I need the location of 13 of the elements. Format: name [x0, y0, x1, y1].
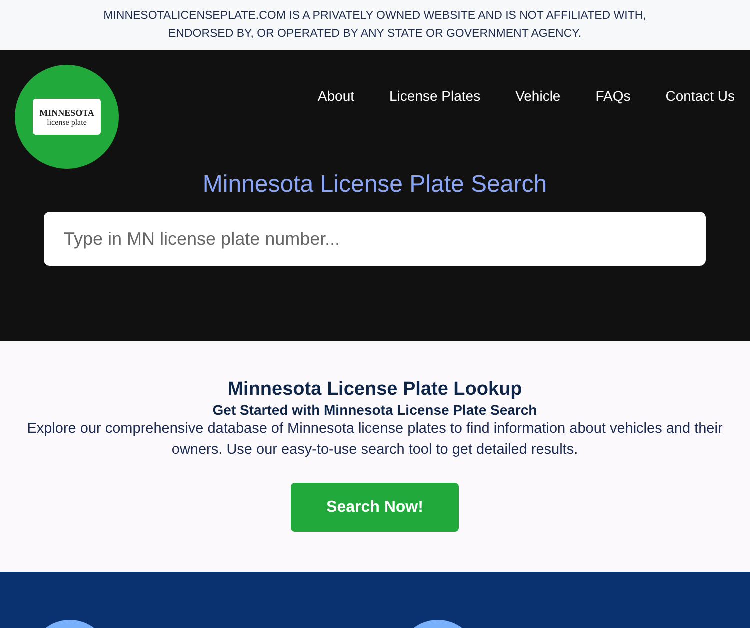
nav-link[interactable]: FAQs	[596, 88, 631, 104]
nav-link[interactable]: Vehicle	[516, 88, 561, 104]
disclaimer-text: MINNESOTALICENSEPLATE.COM IS A PRIVATELY OWNED WEBSITE AND IS NOT AFFILIATED WITH, ENDORSED BY, OR OPERATED BY ANY STATE OR GOVERNMENT AGENCY.	[102, 9, 648, 42]
hero-title: Minnesota License Plate Search	[202, 171, 548, 199]
nav-link[interactable]: About	[318, 88, 355, 104]
logo-badge[interactable]: MINNESOTA license plate	[15, 65, 119, 169]
nav-link[interactable]: Contact Us	[666, 88, 735, 104]
section-heading: Minnesota License Plate Lookup	[228, 379, 522, 401]
search-field[interactable]: Type in MN license plate number...	[44, 212, 706, 266]
license-plate-logo: MINNESOTA license plate	[33, 99, 101, 135]
section-text: Explore our comprehensive database of Minnesota license plates to find information about vehicles and their owners. Use our easy-to-use search tool to get detailed results.	[26, 420, 724, 460]
nav-link[interactable]: License Plates	[390, 88, 481, 104]
section-subheading: Get Started with Minnesota License Plate Search	[212, 401, 538, 419]
